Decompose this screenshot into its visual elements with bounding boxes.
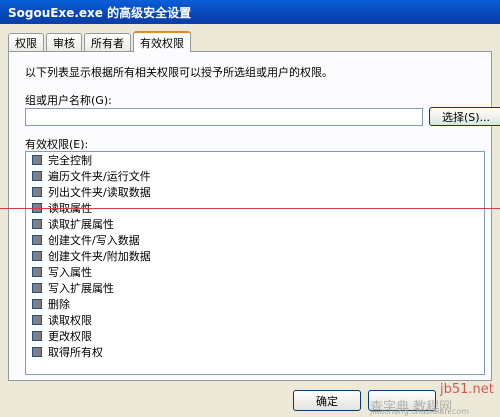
permission-item[interactable]: 写入扩展属性 bbox=[26, 280, 484, 296]
permission-item[interactable]: 列出文件夹/读取数据 bbox=[26, 184, 484, 200]
checkbox-icon bbox=[32, 171, 42, 181]
tab-effective-permissions[interactable]: 有效权限 bbox=[133, 31, 191, 52]
watermark-url: jiaocheng.chazidian.com bbox=[370, 407, 470, 416]
permission-item[interactable]: 删除 bbox=[26, 296, 484, 312]
permission-item[interactable]: 更改权限 bbox=[26, 328, 484, 344]
group-or-user-input[interactable] bbox=[25, 108, 423, 126]
permission-item[interactable]: 创建文件夹/附加数据 bbox=[26, 248, 484, 264]
checkbox-icon bbox=[32, 331, 42, 341]
tab-strip: 权限 审核 所有者 有效权限 bbox=[8, 31, 193, 52]
permission-item[interactable]: 创建文件/写入数据 bbox=[26, 232, 484, 248]
checkbox-icon bbox=[32, 347, 42, 357]
checkbox-icon bbox=[32, 187, 42, 197]
panel-description: 以下列表显示根据所有相关权限可以授予所选组或用户的权限。 bbox=[25, 66, 333, 79]
effective-permissions-panel: 以下列表显示根据所有相关权限可以授予所选组或用户的权限。 组或用户名称(G): … bbox=[8, 51, 500, 381]
tab-permissions[interactable]: 权限 bbox=[8, 33, 44, 51]
permission-item[interactable]: 完全控制 bbox=[26, 152, 484, 168]
permission-item[interactable]: 遍历文件夹/运行文件 bbox=[26, 168, 484, 184]
checkbox-icon bbox=[32, 315, 42, 325]
watermark-site: jb51.net bbox=[440, 382, 494, 397]
checkbox-icon bbox=[32, 155, 42, 165]
checkbox-icon bbox=[32, 267, 42, 277]
tab-auditing[interactable]: 审核 bbox=[46, 33, 82, 51]
checkbox-icon bbox=[32, 283, 42, 293]
select-button[interactable]: 选择(S)... bbox=[429, 107, 500, 126]
ok-button[interactable]: 确定 bbox=[293, 390, 361, 411]
effective-permissions-label: 有效权限(E): bbox=[25, 138, 89, 151]
annotation-line bbox=[0, 208, 500, 209]
checkbox-icon bbox=[32, 299, 42, 309]
permission-item[interactable]: 写入属性 bbox=[26, 264, 484, 280]
checkbox-icon bbox=[32, 251, 42, 261]
checkbox-icon bbox=[32, 219, 42, 229]
window-title: SogouExe.exe 的高级安全设置 bbox=[0, 0, 500, 24]
checkbox-icon bbox=[32, 235, 42, 245]
tab-owner[interactable]: 所有者 bbox=[84, 33, 131, 51]
permission-item[interactable]: 取得所有权 bbox=[26, 344, 484, 360]
permission-item[interactable]: 读取权限 bbox=[26, 312, 484, 328]
permission-item[interactable]: 读取扩展属性 bbox=[26, 216, 484, 232]
group-or-user-label: 组或用户名称(G): bbox=[25, 94, 112, 107]
permissions-list: 完全控制 遍历文件夹/运行文件 列出文件夹/读取数据 读取属性 读取扩展属性 创… bbox=[25, 151, 485, 375]
